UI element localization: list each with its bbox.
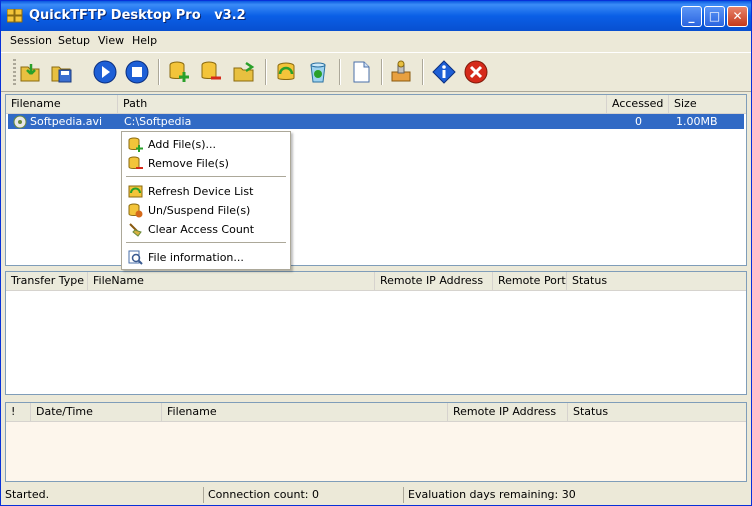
menu-item-clear-access-count[interactable]: Clear Access Count (122, 220, 290, 239)
toolbar (1, 52, 751, 92)
column-remote-ip[interactable]: Remote IP Address (448, 403, 568, 421)
files-table: Filename Path Accessed Size Softpedia.av… (5, 94, 747, 266)
menu-separator (126, 242, 286, 243)
column-status[interactable]: Status (568, 403, 746, 421)
app-icon (7, 9, 23, 23)
status-text: Started. (5, 488, 50, 501)
add-file-icon (128, 137, 143, 152)
toolbar-grip[interactable] (13, 59, 16, 85)
menu-item-suspend-files[interactable]: Un/Suspend File(s) (122, 201, 290, 220)
refresh-device-icon[interactable] (274, 60, 298, 84)
menu-separator (126, 176, 286, 177)
suspend-file-icon (128, 203, 143, 218)
file-info-icon (128, 250, 143, 265)
column-filename[interactable]: FileName (88, 272, 375, 290)
window-title: QuickTFTP Desktop Pro v3.2 (29, 8, 246, 23)
menu-item-add-files[interactable]: Add File(s)... (122, 135, 290, 154)
column-transfer-type[interactable]: Transfer Type (6, 272, 88, 290)
minimize-button[interactable]: _ (681, 6, 702, 27)
recycle-icon[interactable] (306, 60, 330, 84)
column-filename[interactable]: Filename (162, 403, 448, 421)
save-icon[interactable] (50, 60, 74, 84)
column-status[interactable]: Status (567, 272, 746, 290)
menu-item-label: File information... (148, 251, 244, 264)
toolbar-separator (339, 59, 341, 85)
menu-item-label: Add File(s)... (148, 138, 217, 151)
title-bar[interactable]: QuickTFTP Desktop Pro v3.2 _ □ ✕ (1, 1, 751, 31)
start-server-icon[interactable] (93, 60, 117, 84)
toolbar-separator (265, 59, 267, 85)
stop-server-icon[interactable] (125, 60, 149, 84)
files-table-header: Filename Path Accessed Size (6, 95, 746, 114)
menu-item-label: Clear Access Count (148, 223, 255, 236)
file-path: C:\Softpedia (124, 115, 192, 128)
video-file-icon (13, 115, 27, 129)
column-remote-port[interactable]: Remote Port (493, 272, 567, 290)
menu-item-file-information[interactable]: File information... (122, 248, 290, 267)
open-folder-icon[interactable] (19, 60, 43, 84)
file-accessed: 0 (635, 115, 642, 128)
exit-icon[interactable] (464, 60, 488, 84)
menu-setup[interactable]: Setup (58, 34, 90, 47)
toolbar-separator (381, 59, 383, 85)
column-size[interactable]: Size (669, 95, 746, 113)
file-name: Softpedia.avi (30, 115, 103, 128)
table-row[interactable]: Softpedia.avi C:\Softpedia 0 1.00MB (8, 114, 744, 129)
menu-bar: Session Setup View Help (1, 31, 751, 51)
status-bar: Started. Connection count: 0 Evaluation … (1, 485, 751, 505)
menu-item-refresh-device-list[interactable]: Refresh Device List (122, 182, 290, 201)
close-button[interactable]: ✕ (727, 6, 748, 27)
column-filename[interactable]: Filename (6, 95, 118, 113)
column-flag[interactable]: ! (6, 403, 31, 421)
menu-item-label: Refresh Device List (148, 185, 254, 198)
log-table-header: ! Date/Time Filename Remote IP Address S… (6, 403, 746, 422)
application-window: QuickTFTP Desktop Pro v3.2 _ □ ✕ Session… (0, 0, 752, 506)
maximize-button[interactable]: □ (704, 6, 725, 27)
menu-view[interactable]: View (98, 34, 124, 47)
settings-icon[interactable] (389, 60, 413, 84)
transfers-table-header: Transfer Type FileName Remote IP Address… (6, 272, 746, 291)
new-document-icon[interactable] (349, 60, 373, 84)
column-path[interactable]: Path (118, 95, 607, 113)
toolbar-separator (158, 59, 160, 85)
column-remote-ip[interactable]: Remote IP Address (375, 272, 493, 290)
info-icon[interactable] (432, 60, 456, 84)
menu-item-label: Remove File(s) (148, 157, 229, 170)
refresh-device-icon (128, 185, 143, 198)
broom-icon (129, 223, 142, 237)
menu-help[interactable]: Help (132, 34, 157, 47)
toolbar-separator (422, 59, 424, 85)
menu-session[interactable]: Session (10, 34, 52, 47)
file-size: 1.00MB (676, 115, 718, 128)
menu-item-label: Un/Suspend File(s) (148, 204, 251, 217)
evaluation-days: Evaluation days remaining: 30 (403, 487, 749, 503)
menu-item-remove-files[interactable]: Remove File(s) (122, 154, 290, 173)
transfers-table: Transfer Type FileName Remote IP Address… (5, 271, 747, 395)
add-file-icon[interactable] (167, 60, 191, 84)
connection-count: Connection count: 0 (203, 487, 401, 503)
column-datetime[interactable]: Date/Time (31, 403, 162, 421)
remove-file-icon (128, 156, 143, 169)
log-table: ! Date/Time Filename Remote IP Address S… (5, 402, 747, 482)
open-file-icon[interactable] (232, 60, 256, 84)
remove-file-icon[interactable] (199, 60, 223, 84)
context-menu: Add File(s)... Remove File(s) Refresh De… (121, 131, 291, 270)
column-accessed[interactable]: Accessed (607, 95, 669, 113)
